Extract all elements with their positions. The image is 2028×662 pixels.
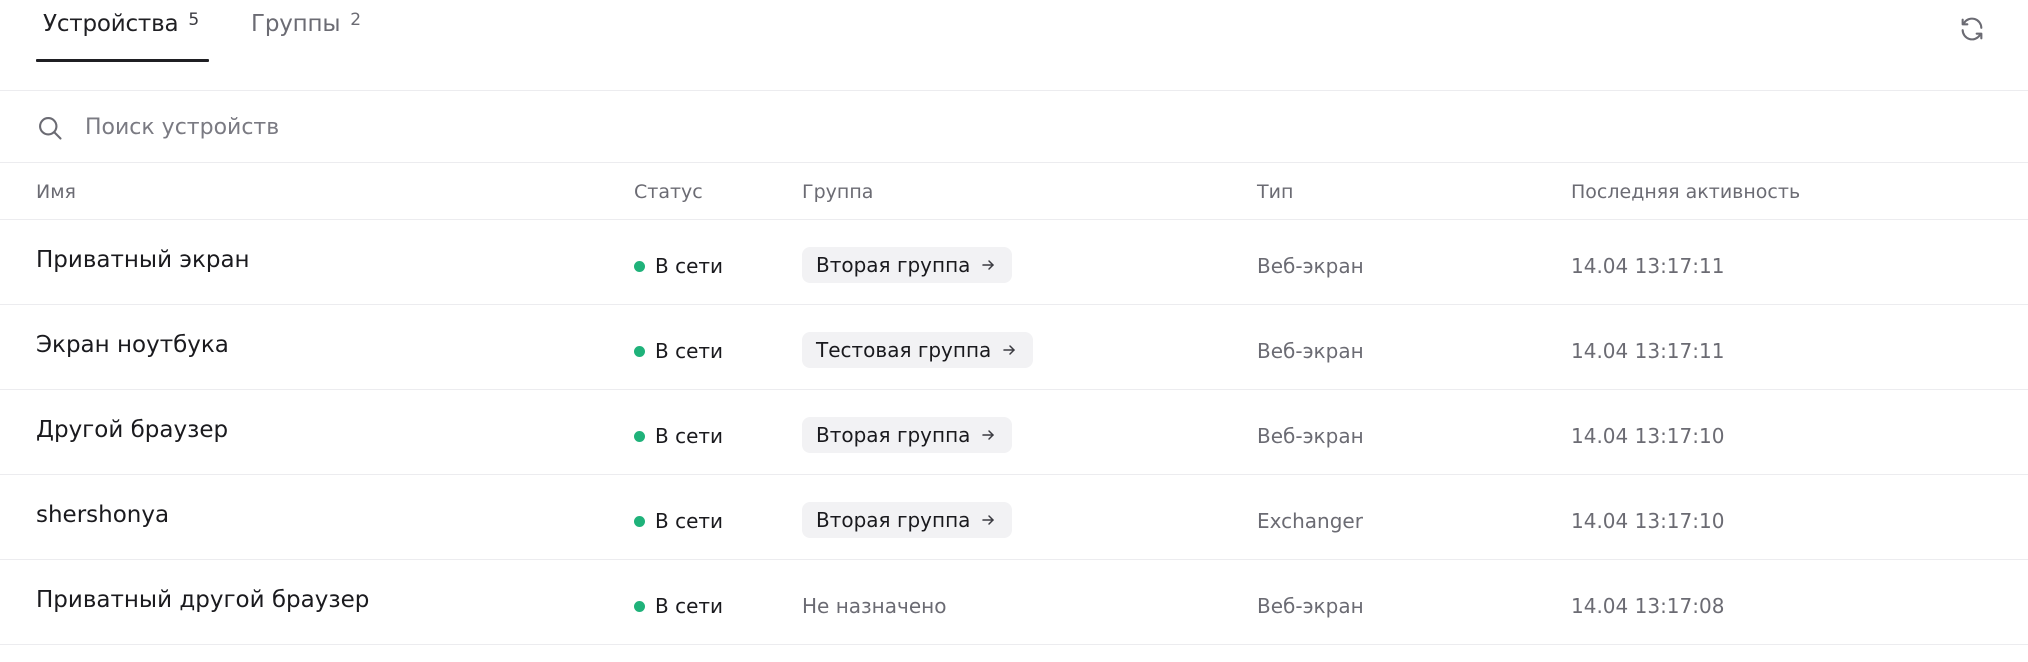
column-header-name[interactable]: Имя xyxy=(36,180,76,204)
device-name: Другой браузер xyxy=(36,417,229,443)
status-label: В сети xyxy=(655,424,724,448)
group-label: Тестовая группа xyxy=(816,338,992,362)
tab-groups[interactable]: Группы 2 xyxy=(251,0,361,62)
arrow-right-icon xyxy=(980,257,996,273)
refresh-button[interactable] xyxy=(1956,13,1988,45)
status-online-dot xyxy=(634,260,645,272)
device-name: shershonya xyxy=(36,502,170,528)
devices-page: Устройства 5 Группы 2 Имя Статус Группа xyxy=(0,0,2028,662)
device-status: В сети xyxy=(634,254,723,278)
group-link[interactable]: Вторая группа xyxy=(802,502,1013,538)
device-last-activity: 14.04 13:17:08 xyxy=(1571,594,1725,618)
device-status: В сети xyxy=(634,339,723,363)
group-label: Вторая группа xyxy=(816,253,971,277)
active-tab-indicator xyxy=(36,59,209,62)
device-last-activity: 14.04 13:17:11 xyxy=(1571,254,1725,278)
device-type: Веб-экран xyxy=(1257,594,1364,618)
table-row[interactable]: Приватный другой браузер В сети Не назна… xyxy=(0,560,2028,645)
device-last-activity: 14.04 13:17:11 xyxy=(1571,339,1725,363)
search-row xyxy=(0,91,2028,163)
group-label: Вторая группа xyxy=(816,508,971,532)
arrow-right-icon xyxy=(980,427,996,443)
column-header-group[interactable]: Группа xyxy=(802,180,873,204)
group-label: Вторая группа xyxy=(816,423,971,447)
device-name: Экран ноутбука xyxy=(36,332,229,358)
device-type: Веб-экран xyxy=(1257,339,1364,363)
device-type: Веб-экран xyxy=(1257,424,1364,448)
group-unassigned: Не назначено xyxy=(802,594,947,618)
table-row[interactable]: Приватный экран В сети Вторая группа Веб… xyxy=(0,220,2028,305)
device-status: В сети xyxy=(634,594,723,618)
status-online-dot xyxy=(634,600,645,612)
group-link[interactable]: Тестовая группа xyxy=(802,332,1034,368)
group-link[interactable]: Вторая группа xyxy=(802,247,1013,283)
device-last-activity: 14.04 13:17:10 xyxy=(1571,424,1725,448)
device-name: Приватный другой браузер xyxy=(36,587,370,613)
status-online-dot xyxy=(634,430,645,442)
device-status: В сети xyxy=(634,509,723,533)
search-icon xyxy=(39,117,62,140)
status-label: В сети xyxy=(655,594,724,618)
tab-devices-count: 5 xyxy=(188,10,200,30)
status-label: В сети xyxy=(655,339,724,363)
status-online-dot xyxy=(634,345,645,357)
status-online-dot xyxy=(634,515,645,527)
tab-devices[interactable]: Устройства 5 xyxy=(43,0,199,62)
table-header: Имя Статус Группа Тип Последняя активнос… xyxy=(0,163,2028,220)
tab-devices-label: Устройства xyxy=(43,11,179,37)
tabs-bar: Устройства 5 Группы 2 xyxy=(0,0,2028,91)
arrow-right-icon xyxy=(980,512,996,528)
device-type: Exchanger xyxy=(1257,509,1363,533)
table-row[interactable]: Другой браузер В сети Вторая группа Веб-… xyxy=(0,390,2028,475)
device-name: Приватный экран xyxy=(36,247,250,273)
device-type: Веб-экран xyxy=(1257,254,1364,278)
group-link[interactable]: Вторая группа xyxy=(802,417,1013,453)
refresh-icon xyxy=(1961,17,1983,41)
arrow-right-icon xyxy=(1001,342,1017,358)
table-row[interactable]: Экран ноутбука В сети Тестовая группа Ве… xyxy=(0,305,2028,390)
device-status: В сети xyxy=(634,424,723,448)
column-header-status[interactable]: Статус xyxy=(634,180,703,204)
tab-groups-label: Группы xyxy=(251,11,341,37)
column-header-last-activity[interactable]: Последняя активность xyxy=(1571,180,1800,204)
status-label: В сети xyxy=(655,254,724,278)
table-row[interactable]: shershonya В сети Вторая группа Exchange… xyxy=(0,475,2028,560)
search-input[interactable] xyxy=(85,107,1885,147)
column-header-type[interactable]: Тип xyxy=(1257,180,1293,204)
status-label: В сети xyxy=(655,509,724,533)
device-last-activity: 14.04 13:17:10 xyxy=(1571,509,1725,533)
tab-groups-count: 2 xyxy=(350,10,362,30)
